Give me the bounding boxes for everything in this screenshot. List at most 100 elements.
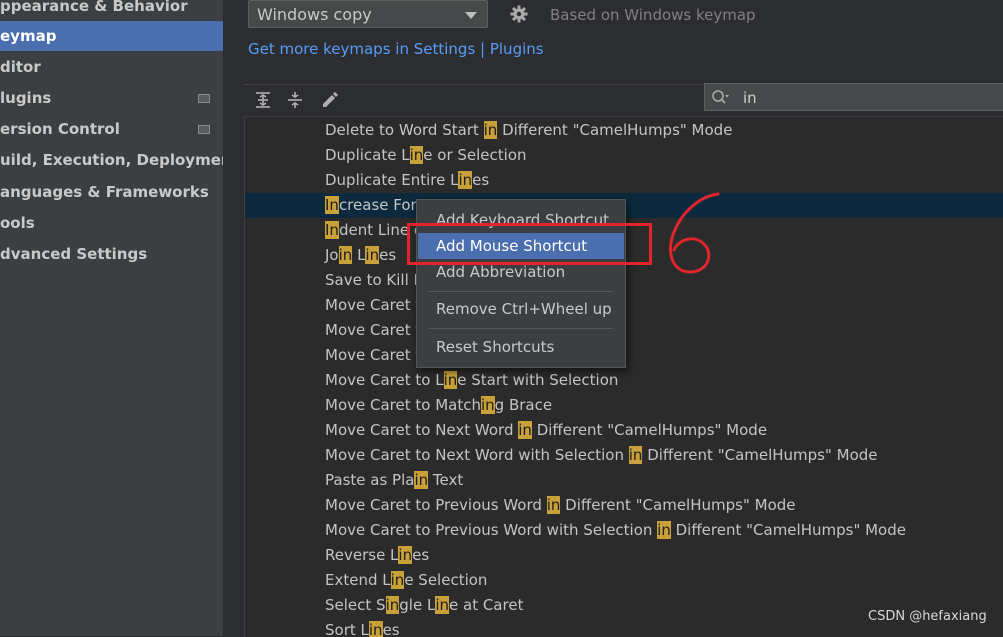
action-text: Jo: [325, 246, 339, 264]
menu-item-reset-shortcuts[interactable]: Reset Shortcuts: [418, 334, 624, 360]
sidebar-item-label: ools: [0, 214, 35, 232]
action-text: Move Caret to Next Word: [325, 421, 519, 439]
search-input[interactable]: [741, 86, 985, 110]
action-text: Paste as Pla: [325, 471, 415, 489]
search-match-highlight: in: [483, 121, 498, 139]
action-name: Move Caret to Line Start with Selection: [325, 368, 618, 393]
action-row[interactable]: Move Caret to Line Start with Selection: [245, 368, 1003, 393]
action-text: crease Font: [338, 196, 426, 214]
search-match-highlight: in: [385, 596, 400, 614]
action-name: Delete to Word Start in Different "Camel…: [325, 118, 732, 143]
sidebar-item-label: ppearance & Behavior: [0, 0, 188, 15]
action-row[interactable]: Duplicate Entire Lines: [245, 168, 1003, 193]
action-text: Different "CamelHumps" Mode: [531, 421, 768, 439]
sidebar-item-label: eymap: [0, 27, 57, 45]
action-text: Different "CamelHumps" Mode: [670, 521, 906, 539]
sidebar-item-plugins[interactable]: lugins: [0, 83, 223, 113]
sidebar-item-label: dvanced Settings: [0, 245, 148, 263]
action-text: Move Caret t: [325, 346, 422, 364]
menu-item-remove-ctrl-wheel-up[interactable]: Remove Ctrl+Wheel up: [418, 296, 624, 322]
action-row[interactable]: Move Caret to Previous Word with Selecti…: [245, 518, 1003, 543]
chevron-down-icon: [465, 12, 477, 19]
sidebar-item-tools[interactable]: ools: [0, 208, 223, 238]
sidebar-item-keymap[interactable]: eymap: [0, 21, 223, 51]
get-more-keymaps-link[interactable]: Get more keymaps in Settings | Plugins: [248, 40, 544, 58]
context-menu: Add Keyboard Shortcut Add Mouse Shortcut…: [416, 199, 626, 368]
search-match-highlight: in: [435, 596, 449, 614]
watermark: CSDN @hefaxiang: [868, 609, 987, 624]
sidebar-item-languages-frameworks[interactable]: anguages & Frameworks: [0, 177, 223, 207]
sidebar-item-advanced-settings[interactable]: dvanced Settings: [0, 239, 223, 269]
search-match-highlight: in: [338, 246, 353, 264]
sidebar-item-label: ditor: [0, 58, 41, 76]
menu-item-label: Add Mouse Shortcut: [436, 237, 588, 255]
gear-icon[interactable]: [510, 5, 528, 23]
action-name: Move Caret t: [325, 293, 421, 318]
action-row[interactable]: Paste as Plain Text: [245, 468, 1003, 493]
menu-item-add-keyboard-shortcut[interactable]: Add Keyboard Shortcut: [418, 207, 624, 233]
action-text: g Brace: [494, 396, 553, 414]
action-row[interactable]: Move Caret to Matching Brace: [245, 393, 1003, 418]
action-text: e at Caret: [449, 596, 524, 614]
action-list[interactable]: Delete to Word Start in Different "Camel…: [244, 116, 1003, 637]
action-row[interactable]: Move Caret to Next Word with Selection i…: [245, 443, 1003, 468]
sidebar-item-build-execution-deployment[interactable]: uild, Execution, Deployment: [0, 145, 223, 175]
action-row[interactable]: Move Caret to Previous Word in Different…: [245, 493, 1003, 518]
action-name: Join Lines: [325, 243, 396, 268]
sidebar-item-editor[interactable]: ditor: [0, 52, 223, 82]
menu-item-add-mouse-shortcut[interactable]: Add Mouse Shortcut: [418, 233, 624, 259]
action-text: Different "CamelHumps" Mode: [642, 446, 878, 464]
action-text: Move Caret to Previous Word: [325, 496, 547, 514]
action-row[interactable]: Reverse Lines: [245, 543, 1003, 568]
action-text: Move Caret to L: [325, 371, 444, 389]
search-match-highlight: in: [628, 446, 643, 464]
action-text: Move Caret t: [325, 296, 422, 314]
action-row[interactable]: Delete to Word Start in Different "Camel…: [245, 118, 1003, 143]
project-level-icon: [198, 125, 210, 134]
keymap-dropdown[interactable]: Windows copy: [248, 0, 488, 28]
action-text: e Start with Selection: [457, 371, 619, 389]
search-field[interactable]: [704, 83, 1003, 111]
action-name: Increase Font: [325, 193, 426, 218]
action-name: Move Caret to Previous Word with Selecti…: [325, 518, 906, 543]
collapse-all-icon[interactable]: [286, 91, 304, 109]
project-level-icon: [198, 94, 210, 103]
action-row[interactable]: Duplicate Line or Selection: [245, 143, 1003, 168]
search-match-highlight: in: [546, 496, 561, 514]
action-name: Sort Lines: [325, 618, 400, 637]
based-on-label: Based on Windows keymap: [550, 6, 756, 24]
action-text: es: [472, 171, 490, 189]
search-match-highlight: in: [409, 146, 424, 164]
menu-item-label: Reset Shortcuts: [436, 338, 555, 356]
action-text: Select S: [325, 596, 386, 614]
sidebar-item-label: uild, Execution, Deployment: [0, 151, 223, 169]
edit-pencil-icon[interactable]: [320, 91, 338, 109]
sidebar-item-appearance[interactable]: ppearance & Behavior: [0, 0, 223, 21]
search-match-highlight: in: [480, 396, 495, 414]
action-text: e Selection: [404, 571, 488, 589]
action-row[interactable]: Move Caret to Next Word in Different "Ca…: [245, 418, 1003, 443]
action-text: Delete to Word Start: [325, 121, 484, 139]
action-text: Move Caret t: [325, 321, 422, 339]
action-text: L: [352, 246, 366, 264]
action-text: Move Caret to Next Word with Selection: [325, 446, 629, 464]
expand-all-icon[interactable]: [254, 91, 272, 109]
action-text: es: [382, 621, 400, 637]
menu-item-label: Add Abbreviation: [436, 263, 566, 281]
action-text: Duplicate Entire L: [325, 171, 459, 189]
action-name: Move Caret to Matching Brace: [325, 393, 552, 418]
action-name: Duplicate Line or Selection: [325, 143, 527, 168]
action-text: es: [412, 546, 430, 564]
search-icon: [712, 90, 729, 104]
action-text: Duplicate L: [325, 146, 410, 164]
action-text: Move Caret to Previous Word with Selecti…: [325, 521, 658, 539]
search-match-highlight: in: [398, 546, 413, 564]
menu-item-add-abbreviation[interactable]: Add Abbreviation: [418, 259, 624, 285]
menu-item-label: Add Keyboard Shortcut: [436, 211, 609, 229]
action-text: Text: [428, 471, 464, 489]
settings-sidebar: ppearance & Behavior eymap ditor lugins …: [0, 0, 224, 636]
action-name: Select Single Line at Caret: [325, 593, 523, 618]
action-row[interactable]: Extend Line Selection: [245, 568, 1003, 593]
action-name: Reverse Lines: [325, 543, 429, 568]
sidebar-item-version-control[interactable]: ersion Control: [0, 114, 223, 144]
